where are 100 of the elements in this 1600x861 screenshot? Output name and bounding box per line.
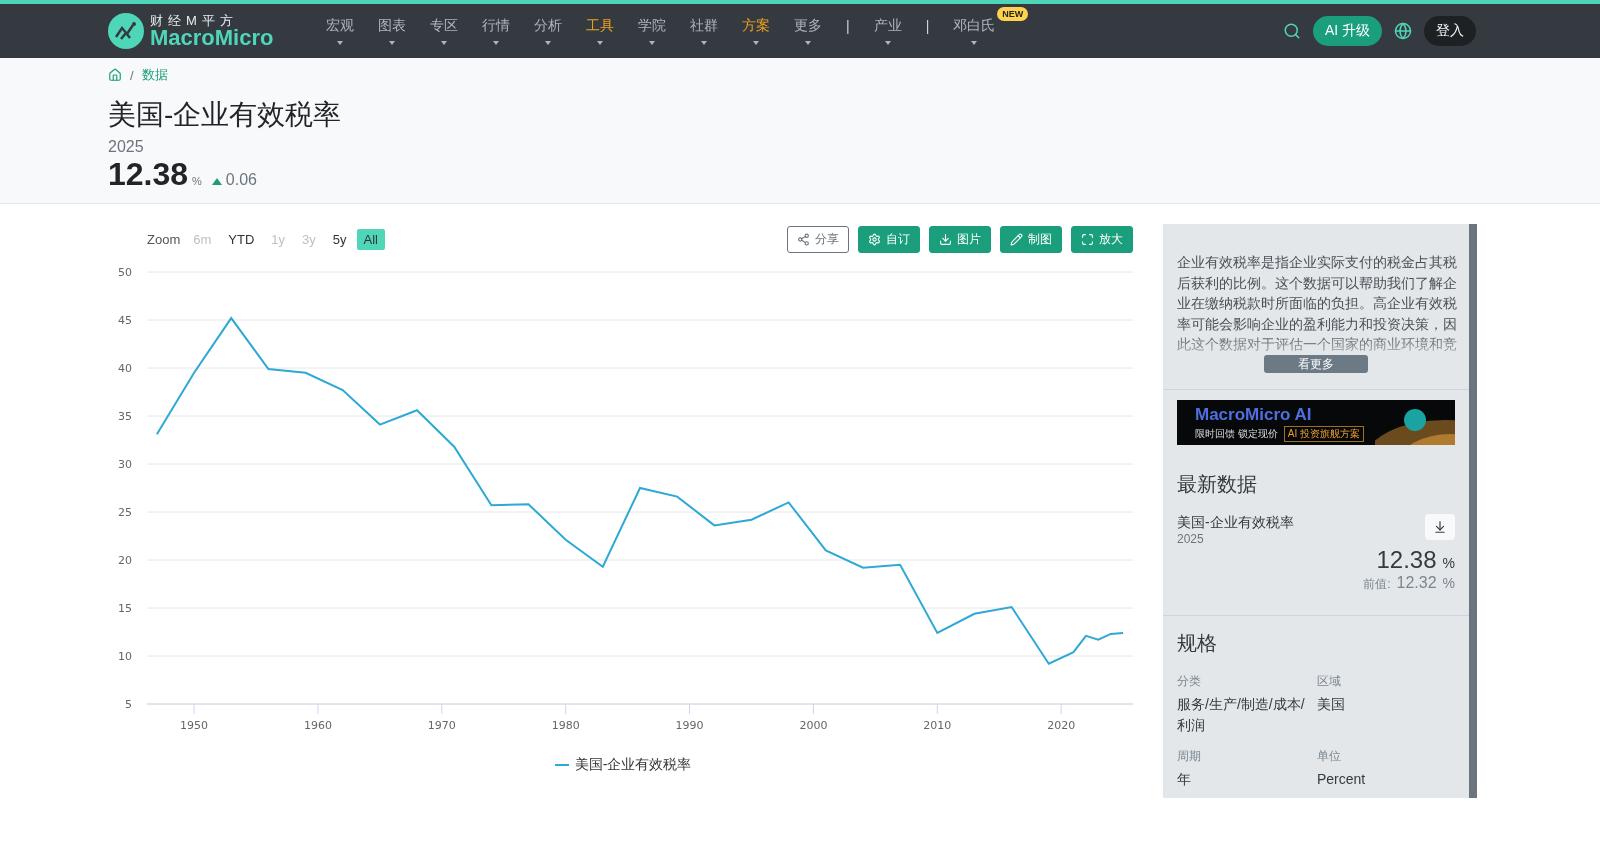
nav-menu-item[interactable]: 行情 xyxy=(470,17,522,45)
y-axis-label: 50 xyxy=(118,266,132,279)
x-axis-label: 1970 xyxy=(427,719,456,732)
pencil-icon xyxy=(1010,232,1023,246)
y-axis-label: 15 xyxy=(118,602,132,615)
nav-separator: | xyxy=(845,18,851,36)
x-axis-label: 1960 xyxy=(303,719,332,732)
share-button[interactable]: 分享 xyxy=(787,225,849,253)
banner-title: MacroMicro AI xyxy=(1195,404,1313,425)
expand-icon xyxy=(1081,232,1094,246)
latest-value: 12.38 xyxy=(108,156,189,193)
spec-value: Percent xyxy=(1317,769,1367,789)
caret-icon xyxy=(649,41,655,45)
section-heading: 规格 xyxy=(1177,630,1218,656)
caret-icon xyxy=(805,41,811,45)
unit-label: % xyxy=(1442,574,1455,591)
nav-menu-item[interactable]: 更多 xyxy=(782,17,834,45)
spec-label: 单位 xyxy=(1317,747,1342,765)
see-more-button[interactable]: 看更多 xyxy=(1264,354,1368,373)
y-axis-label: 45 xyxy=(118,314,132,327)
y-axis-label: 5 xyxy=(125,698,132,711)
search-icon[interactable] xyxy=(1282,22,1301,40)
breadcrumb-separator: / xyxy=(130,67,134,83)
settings-button[interactable]: 自订 xyxy=(858,225,920,253)
previous-label: 前值: xyxy=(1363,576,1391,591)
download-button[interactable]: 图片 xyxy=(929,225,991,253)
home-icon[interactable] xyxy=(108,68,122,82)
nav-menu-item[interactable]: 产业 xyxy=(861,17,914,45)
nav-menu-item[interactable]: 分析 xyxy=(522,17,574,45)
zoom-label: Zoom xyxy=(147,231,181,247)
series-name: 美国-企业有效税率 xyxy=(1177,513,1294,532)
x-axis-label: 1950 xyxy=(180,719,209,732)
nav-menu-item[interactable]: 专区 xyxy=(418,17,470,45)
ai-upgrade-button[interactable]: AI 升级 xyxy=(1312,16,1382,46)
caret-icon xyxy=(493,41,499,45)
section-heading: 最新数据 xyxy=(1177,471,1258,497)
edit-button[interactable]: 制图 xyxy=(1000,225,1062,253)
y-axis-label: 10 xyxy=(118,650,132,663)
nav-menu-item[interactable]: 图表 xyxy=(366,17,418,45)
spec-value: 美国 xyxy=(1317,694,1346,714)
caret-icon xyxy=(884,41,891,45)
share-icon xyxy=(797,232,810,246)
caret-icon xyxy=(597,41,603,45)
y-axis-label: 20 xyxy=(118,554,132,567)
banner-tagline: 限时回馈 锁定现价 xyxy=(1195,426,1278,441)
x-axis-label: 2000 xyxy=(799,719,828,732)
nav-menu-item[interactable]: 宏观 xyxy=(314,17,366,45)
y-axis-label: 30 xyxy=(118,458,132,471)
login-button[interactable]: 登入 xyxy=(1424,16,1476,46)
nav-menu-item[interactable]: 方案 xyxy=(730,17,782,45)
spec-value: 年 xyxy=(1177,769,1192,789)
x-axis-label: 1980 xyxy=(551,719,580,732)
promo-banner[interactable]: MacroMicro AI 限时回馈 锁定现价 AI 投资旗舰方案 xyxy=(1177,399,1455,445)
page-title: 美国-企业有效税率 xyxy=(108,98,343,132)
previous-value: 12.32 xyxy=(1396,573,1437,591)
caret-icon xyxy=(753,41,759,45)
nav-separator: | xyxy=(924,18,931,36)
nav-menu-item[interactable]: 社群 xyxy=(678,17,730,45)
range-button[interactable]: 5y xyxy=(325,228,354,250)
settings-icon xyxy=(868,232,881,246)
logo-text: 财经M平方 xyxy=(150,13,239,27)
unit-label: % xyxy=(192,175,202,187)
spec-label: 周期 xyxy=(1177,747,1202,765)
y-axis-label: 40 xyxy=(118,362,132,375)
period-label: 2025 xyxy=(108,138,145,156)
spec-label: 分类 xyxy=(1177,672,1202,690)
description-text: 企业有效税率是指企业实际支付的税金占其税后获利的比例。这个数据可以帮助我们了解企业在缴纳税款时所面临的负担。高企业有效税率可能会影响企业的盈利能力和投资决策，因此这个数据对于评估一个国家的商业环境和竞 xyxy=(1177,253,1458,354)
globe-icon[interactable] xyxy=(1394,22,1412,40)
spec-value: 服务/生产/制造/成本/利润 xyxy=(1177,694,1306,735)
x-axis-label: 2010 xyxy=(923,719,952,732)
caret-icon xyxy=(389,41,395,45)
x-axis-label: 2020 xyxy=(1047,719,1076,732)
logo-wordmark: MacroMicro xyxy=(150,26,274,49)
up-triangle-icon xyxy=(211,178,222,185)
caret-icon xyxy=(337,41,343,45)
spec-label: 区域 xyxy=(1317,672,1342,690)
latest-value: 12.38 xyxy=(1376,545,1437,573)
x-axis-label: 1990 xyxy=(675,719,704,732)
change-value: 0.06 xyxy=(225,171,257,189)
banner-cta: AI 投资旗舰方案 xyxy=(1283,425,1364,442)
nav-menu-item[interactable]: 学院 xyxy=(626,17,678,45)
legend-label[interactable]: 美国-企业有效税率 xyxy=(574,756,692,774)
caret-icon xyxy=(545,41,551,45)
download-button[interactable] xyxy=(1425,513,1455,540)
nav-menu-item[interactable]: 工具 xyxy=(574,17,626,45)
download-icon xyxy=(1433,519,1447,534)
breadcrumb-link[interactable]: 数据 xyxy=(141,66,168,84)
y-axis-label: 35 xyxy=(118,410,132,423)
range-button[interactable]: YTD xyxy=(221,228,262,250)
new-badge: NEW xyxy=(997,7,1029,21)
range-button[interactable]: All xyxy=(356,228,385,250)
caret-icon xyxy=(701,41,707,45)
caret-icon xyxy=(971,41,978,45)
expand-button[interactable]: 放大 xyxy=(1071,225,1133,253)
unit-label: % xyxy=(1442,554,1455,571)
caret-icon xyxy=(441,41,447,45)
download-icon xyxy=(939,232,952,246)
y-axis-label: 25 xyxy=(118,506,132,519)
logo-icon xyxy=(108,13,144,49)
period-label: 2025 xyxy=(1177,531,1205,546)
